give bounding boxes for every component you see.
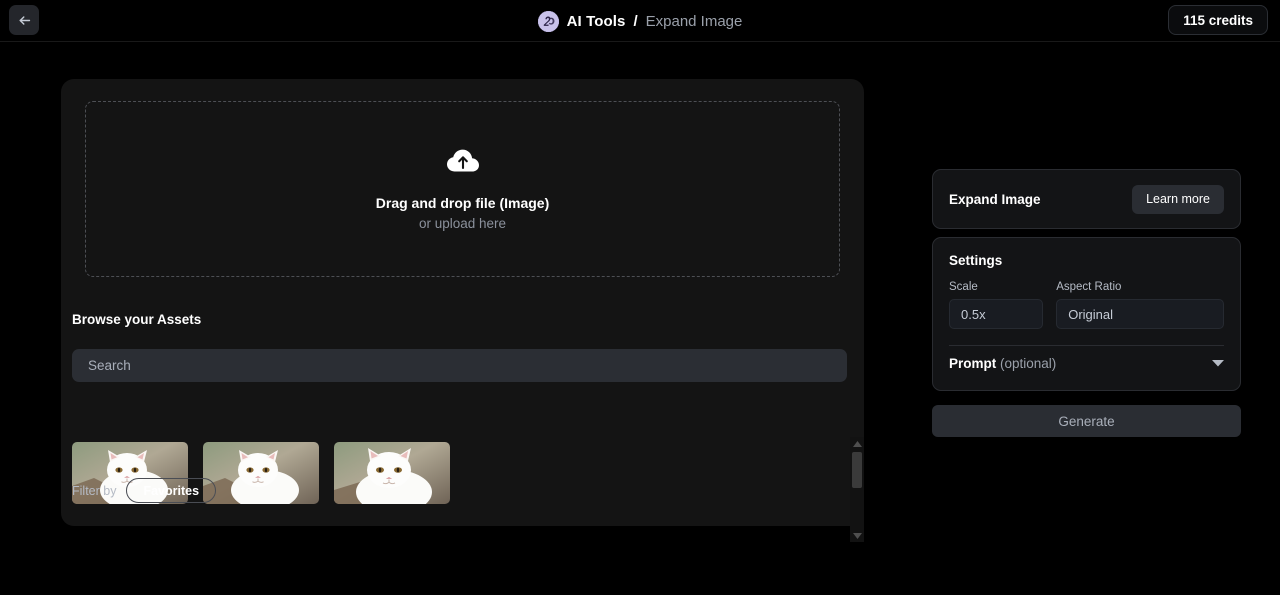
aspect-ratio-label: Aspect Ratio	[1056, 281, 1122, 293]
aspect-ratio-input[interactable]: Original	[1056, 299, 1224, 329]
dropzone-subtitle[interactable]: or upload here	[419, 216, 506, 231]
prompt-label: Prompt (optional)	[949, 356, 1212, 371]
tool-title: Expand Image	[949, 191, 1041, 207]
settings-heading: Settings	[949, 253, 1003, 268]
cloud-upload-icon	[446, 147, 480, 178]
scrollbar-thumb[interactable]	[852, 452, 862, 488]
generate-button[interactable]: Generate	[932, 405, 1241, 437]
caret-down-icon[interactable]	[852, 529, 862, 542]
breadcrumb-current-page: Expand Image	[645, 12, 743, 30]
breadcrumb-separator: /	[633, 12, 638, 30]
ai-tools-logo-icon	[537, 10, 559, 32]
upload-card: Drag and drop file (Image) or upload her…	[61, 79, 864, 542]
search-input[interactable]	[72, 349, 847, 382]
top-header: AI Tools / Expand Image 115 credits	[0, 0, 1280, 42]
tool-info-panel: Expand Image Learn more	[932, 169, 1241, 229]
settings-fields: Scale 0.5x Aspect Ratio Original	[949, 281, 1224, 329]
asset-thumbnail[interactable]	[203, 442, 319, 504]
filter-row: Filter by Favorites	[72, 478, 217, 503]
scale-input[interactable]: 0.5x	[949, 299, 1044, 329]
dropzone-title: Drag and drop file (Image)	[375, 195, 550, 211]
filter-label: Filter by	[72, 483, 117, 498]
caret-up-icon[interactable]	[852, 437, 862, 450]
filter-chip-favorites[interactable]: Favorites	[126, 478, 217, 503]
browse-assets-heading: Browse your Assets	[72, 312, 202, 327]
breadcrumb: AI Tools / Expand Image	[0, 0, 1280, 42]
arrow-left-icon	[16, 12, 33, 29]
chevron-down-icon[interactable]	[1212, 354, 1224, 372]
prompt-optional-text: (optional)	[1000, 355, 1057, 371]
back-button[interactable]	[9, 5, 39, 35]
assets-scrollbar[interactable]	[850, 437, 864, 542]
scrollbar-track[interactable]	[850, 450, 864, 529]
learn-more-button[interactable]: Learn more	[1132, 184, 1224, 214]
prompt-accordion[interactable]: Prompt (optional)	[949, 346, 1224, 380]
asset-thumbnail[interactable]	[334, 442, 450, 504]
aspect-ratio-field: Aspect Ratio Original	[1056, 281, 1224, 329]
prompt-label-text: Prompt	[949, 355, 997, 371]
scale-label: Scale	[949, 281, 978, 293]
credits-badge[interactable]: 115 credits	[1168, 5, 1268, 35]
file-dropzone[interactable]: Drag and drop file (Image) or upload her…	[85, 101, 840, 277]
scale-field: Scale 0.5x	[949, 281, 1044, 329]
settings-panel: Settings Scale 0.5x Aspect Ratio Origina…	[932, 237, 1241, 391]
brand-name[interactable]: AI Tools	[567, 13, 626, 30]
